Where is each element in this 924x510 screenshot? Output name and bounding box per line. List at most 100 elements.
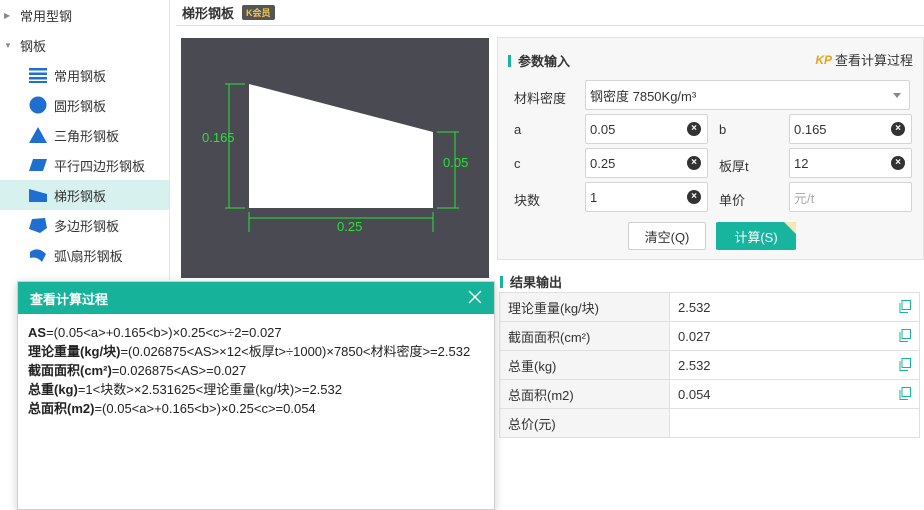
category-label: 钢板: [20, 38, 47, 54]
thickness-label: 板厚t: [719, 159, 749, 174]
polygon-icon: [28, 216, 48, 234]
table-row: 截面面积(cm²) 0.027: [499, 321, 920, 351]
table-row: 总面积(m2) 0.054: [499, 379, 920, 409]
circle-icon: [28, 96, 48, 114]
process-text: =1<块数>×2.531625<理论重量(kg/块)>=2.532: [77, 382, 342, 397]
sidebar-category-plate[interactable]: ▼ 钢板: [0, 30, 169, 60]
a-input[interactable]: 0.05 ×: [585, 114, 708, 144]
copy-icon[interactable]: [899, 358, 911, 371]
process-text: =(0.026875<AS>×12<板厚t>÷1000)×7850<材料密度>=…: [120, 344, 471, 359]
table-row: 总重(kg) 2.532: [499, 350, 920, 380]
sidebar-item-round-plate[interactable]: 圆形钢板: [0, 90, 169, 120]
page-header: 梯形钢板 K会员: [176, 0, 924, 26]
count-value: 1: [590, 189, 598, 205]
c-value: 0.25: [590, 155, 616, 171]
view-process-link[interactable]: KP 查看计算过程: [815, 50, 913, 69]
dialog-header: 查看计算过程: [18, 282, 494, 314]
b-input[interactable]: 0.165 ×: [789, 114, 912, 144]
count-input[interactable]: 1 ×: [585, 182, 708, 212]
sidebar-item-label: 圆形钢板: [54, 98, 107, 114]
trapezoid-icon: [28, 186, 48, 204]
sidebar-item-label: 平行四边形钢板: [54, 158, 146, 174]
vip-badge: K会员: [242, 5, 275, 20]
close-icon[interactable]: [468, 290, 482, 304]
result-value: 2.532: [669, 292, 920, 322]
result-value: 0.027: [669, 321, 920, 351]
material-value: 钢密度 7850Kg/m³: [590, 88, 697, 104]
thickness-value: 12: [794, 155, 809, 171]
process-line: 理论重量(kg/块)=(0.026875<AS>×12<板厚t>÷1000)×7…: [28, 342, 484, 361]
dim-right-height: 0.05: [443, 155, 468, 170]
process-key: 总面积(m2): [28, 401, 95, 416]
sidebar: ▶ 常用型钢 ▼ 钢板 常用钢板 圆形钢板 三角形钢板 平行四边形钢板 梯形钢板: [0, 0, 170, 280]
sidebar-item-parallelogram-plate[interactable]: 平行四边形钢板: [0, 150, 169, 180]
price-label: 单价: [719, 193, 746, 208]
price-input[interactable]: 元/t: [789, 182, 912, 212]
results-title-text: 结果输出: [510, 275, 563, 290]
sidebar-category-steel[interactable]: ▶ 常用型钢: [0, 0, 169, 30]
sidebar-item-polygon-plate[interactable]: 多边形钢板: [0, 210, 169, 240]
result-value: [669, 408, 920, 438]
a-label: a: [514, 122, 522, 137]
sidebar-item-common-plate[interactable]: 常用钢板: [0, 60, 169, 90]
params-title: 参数输入: [508, 51, 570, 70]
clear-button[interactable]: 清空(Q): [628, 222, 706, 250]
process-key: 理论重量(kg/块): [28, 344, 121, 359]
calculate-button[interactable]: 计算(S): [716, 222, 796, 250]
clear-icon[interactable]: ×: [687, 190, 701, 204]
price-placeholder: 元/t: [794, 190, 815, 206]
c-input[interactable]: 0.25 ×: [585, 148, 708, 178]
result-label: 截面面积(cm²): [499, 321, 670, 351]
result-label: 理论重量(kg/块): [499, 292, 670, 322]
triangle-icon: [28, 126, 48, 144]
material-label: 材料密度: [514, 91, 567, 106]
count-label: 块数: [514, 193, 541, 208]
results-table: 理论重量(kg/块) 2.532 截面面积(cm²) 0.027 总重(kg) …: [499, 292, 920, 438]
copy-icon[interactable]: [899, 387, 911, 400]
sidebar-item-label: 常用钢板: [54, 68, 107, 84]
c-label: c: [514, 156, 521, 171]
clear-icon[interactable]: ×: [687, 122, 701, 136]
result-value-text: 0.054: [678, 386, 711, 402]
process-key: 截面面积(cm²): [28, 363, 112, 378]
sidebar-item-label: 梯形钢板: [54, 188, 107, 204]
params-panel: 参数输入 KP 查看计算过程 材料密度 钢密度 7850Kg/m³ a 0.05…: [497, 37, 924, 260]
sidebar-item-trapezoid-plate[interactable]: 梯形钢板: [0, 180, 169, 210]
trapezoid-drawing: 0.165 0.05 0.25: [202, 83, 468, 234]
caret-right-icon: ▶: [4, 10, 11, 20]
result-label: 总价(元): [499, 408, 670, 438]
result-label: 总重(kg): [499, 350, 670, 380]
b-label: b: [719, 122, 727, 137]
lines-icon: [28, 66, 48, 84]
process-line: AS=(0.05<a>+0.165<b>)×0.25<c>÷2=0.027: [28, 323, 484, 342]
process-line: 总面积(m2)=(0.05<a>+0.165<b>)×0.25<c>=0.054: [28, 399, 484, 418]
dim-width: 0.25: [337, 219, 362, 234]
kp-icon: KP: [815, 52, 832, 67]
result-value: 2.532: [669, 350, 920, 380]
dialog-body: AS=(0.05<a>+0.165<b>)×0.25<c>÷2=0.027 理论…: [18, 314, 494, 427]
clear-icon[interactable]: ×: [891, 122, 905, 136]
dim-left-height: 0.165: [202, 130, 235, 145]
process-text: =(0.05<a>+0.165<b>)×0.25<c>÷2=0.027: [46, 325, 282, 340]
sidebar-item-label: 多边形钢板: [54, 218, 120, 234]
copy-icon[interactable]: [899, 329, 911, 342]
thickness-input[interactable]: 12 ×: [789, 148, 912, 178]
view-process-text: 查看计算过程: [834, 53, 913, 68]
process-text: =(0.05<a>+0.165<b>)×0.25<c>=0.054: [94, 401, 316, 416]
page-title: 梯形钢板: [182, 6, 235, 21]
clear-icon[interactable]: ×: [687, 156, 701, 170]
process-line: 总重(kg)=1<块数>×2.531625<理论重量(kg/块)>=2.532: [28, 380, 484, 399]
trapezoid-diagram: 0.165 0.05 0.25: [181, 38, 489, 278]
table-row: 总价(元): [499, 408, 920, 438]
sidebar-item-triangle-plate[interactable]: 三角形钢板: [0, 120, 169, 150]
process-line: 截面面积(cm²)=0.026875<AS>=0.027: [28, 361, 484, 380]
clear-icon[interactable]: ×: [891, 156, 905, 170]
process-key: 总重(kg): [28, 382, 78, 397]
material-select[interactable]: 钢密度 7850Kg/m³: [585, 80, 910, 110]
parallelogram-icon: [28, 156, 48, 174]
process-text: =0.026875<AS>=0.027: [111, 363, 247, 378]
sidebar-item-sector-plate[interactable]: 弧\扇形钢板: [0, 240, 169, 270]
dialog-title: 查看计算过程: [30, 291, 109, 307]
result-value-text: 0.027: [678, 328, 711, 344]
copy-icon[interactable]: [899, 300, 911, 313]
